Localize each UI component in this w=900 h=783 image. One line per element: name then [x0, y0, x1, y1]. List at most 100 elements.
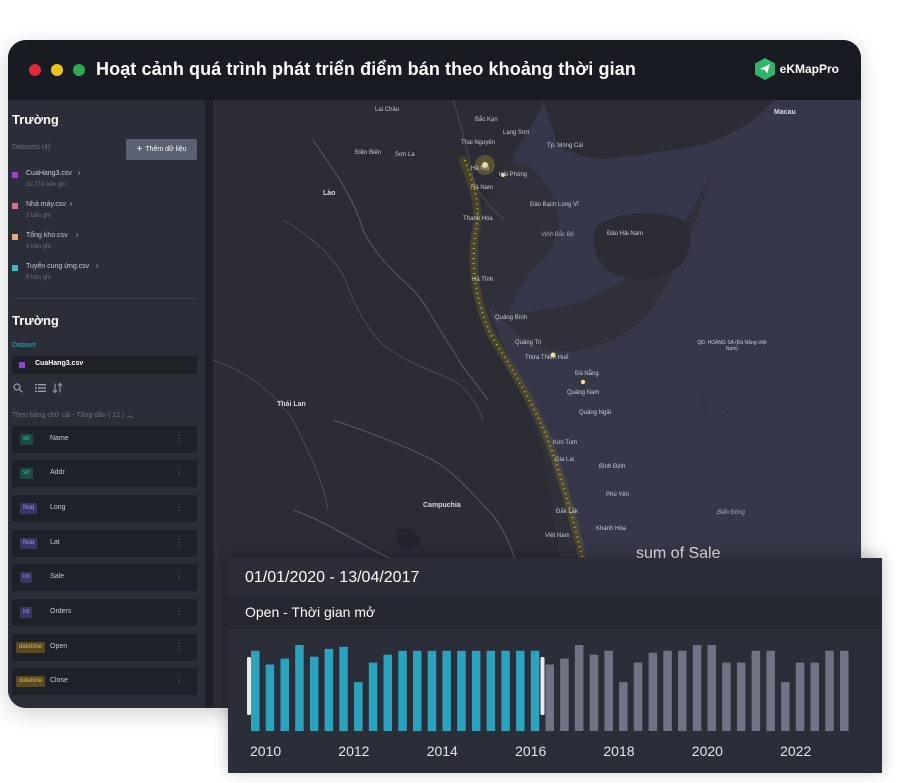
- timeline-bar: [810, 662, 819, 731]
- map-label: Khánh Hòa: [596, 526, 627, 532]
- field-type-badge: float: [20, 538, 38, 549]
- dataset-name: Nhà máy.csv: [26, 201, 66, 208]
- minimize-window-button[interactable]: [51, 64, 63, 76]
- dataset-color-swatch: [12, 203, 18, 209]
- field-type-badge: datetime: [16, 676, 46, 687]
- chevron-right-icon: ›: [76, 232, 79, 239]
- map-label: Bắc Kạn: [475, 117, 498, 123]
- timeline-bar-selected: [324, 648, 334, 731]
- dataset-count: 32,774 bản ghi: [26, 182, 66, 188]
- timeline-panel: 01/01/2020 - 13/04/2017 Open - Thời gian…: [228, 558, 882, 773]
- more-options-icon[interactable]: ⋮: [175, 572, 183, 581]
- timeline-bar-selected: [354, 682, 363, 731]
- map-label: Thái Lan: [277, 401, 306, 408]
- map-label: Đắk Lắk: [556, 509, 579, 515]
- chevron-right-icon: ›: [78, 170, 81, 177]
- timeline-bar: [648, 652, 658, 731]
- dataset-item[interactable]: Nhà máy.csv › 2 bản ghi: [12, 201, 197, 229]
- chevron-right-icon: ›: [96, 263, 99, 270]
- dataset-name: Tổng kho.csv: [26, 232, 68, 239]
- timeline-bar: [619, 682, 628, 731]
- range-start-handle[interactable]: [247, 657, 251, 715]
- dataset-item[interactable]: CuaHang3.csv › 32,774 bản ghi: [12, 170, 197, 198]
- timeline-bar: [781, 682, 790, 731]
- field-row[interactable]: str Name ⋮: [12, 426, 197, 453]
- range-end-handle[interactable]: [540, 657, 545, 715]
- map-label: Vịnh Bắc Bộ: [541, 232, 575, 238]
- field-row[interactable]: float Long ⋮: [12, 495, 197, 522]
- more-options-icon[interactable]: ⋮: [175, 607, 183, 616]
- timeline-bar-selected: [398, 650, 407, 731]
- more-options-icon[interactable]: ⋮: [175, 538, 183, 547]
- brand: eKMapPro: [754, 57, 839, 81]
- add-data-button[interactable]: + Thêm dữ liệu: [126, 139, 197, 160]
- fields-section-title-2: Trường: [12, 313, 59, 328]
- ekmap-logo-icon: [754, 58, 775, 80]
- map-label: Phú Yên: [606, 492, 629, 498]
- map-label: Thừa Thiên Huế: [525, 355, 569, 361]
- timeline-bar-selected: [427, 650, 437, 731]
- field-row[interactable]: float Lat ⋮: [12, 530, 197, 557]
- timeline-bar: [825, 650, 834, 731]
- dataset-item[interactable]: Tuyển cung ứng.csv › 9 bản ghi: [12, 263, 197, 291]
- dataset-count: 9 bản ghi: [26, 275, 51, 281]
- field-row[interactable]: str Addr ⋮: [12, 460, 197, 487]
- map-label: Đà Nẵng: [575, 371, 599, 377]
- map-label: Quảng Trị: [515, 340, 542, 346]
- search-icon[interactable]: [13, 383, 23, 396]
- map-label: Lạng Sơn: [503, 130, 530, 136]
- x-tick-label: 2012: [338, 743, 369, 759]
- map-label: Lào: [323, 190, 336, 197]
- dataset-select[interactable]: CuaHang3.csv: [12, 356, 197, 374]
- dataset-label: Dataset: [12, 342, 37, 349]
- timeline-bar: [604, 650, 613, 731]
- x-tick-label: 2020: [692, 743, 723, 759]
- more-options-icon[interactable]: ⋮: [175, 642, 183, 651]
- maximize-window-button[interactable]: [73, 64, 85, 76]
- more-options-icon[interactable]: ⋮: [175, 468, 183, 477]
- fields-section-title: Trường: [12, 112, 59, 127]
- map-label: QĐ. HOÀNG SA (Đà Nẵng-Việt Nam): [697, 340, 767, 352]
- timeline-field: Open - Thời gian mở: [245, 604, 376, 620]
- timeline-bar-selected: [309, 656, 319, 731]
- x-tick-label: 2022: [780, 743, 811, 759]
- timeline-bar-selected: [368, 662, 378, 731]
- field-row[interactable]: datetime Close ⋮: [12, 668, 197, 695]
- timeline-bar: [589, 654, 599, 731]
- timeline-histogram[interactable]: 2010 2012 2014 2016 2018 2020 2022: [228, 629, 882, 773]
- map-label: Quảng Ngãi: [579, 410, 612, 416]
- timeline-bar: [795, 662, 805, 731]
- map-label: Thái Nguyên: [461, 140, 496, 146]
- more-options-icon[interactable]: ⋮: [175, 434, 183, 443]
- map-label: Quảng Nam: [567, 390, 600, 396]
- timeline-bar-selected: [295, 645, 304, 731]
- timeline-bar: [692, 645, 702, 731]
- map-label: Macau: [774, 109, 796, 116]
- map-label: Đảo Hải Nam: [607, 231, 644, 237]
- map-label: Việt Nam: [545, 533, 570, 539]
- map-label: Hà Nội: [471, 166, 490, 172]
- field-type-badge: str: [20, 468, 33, 479]
- field-row[interactable]: int Orders ⋮: [12, 599, 197, 626]
- section-divider: [12, 298, 197, 299]
- dataset-item[interactable]: Tổng kho.csv › 9 bản ghi: [12, 232, 197, 260]
- field-type-badge: float: [20, 503, 38, 514]
- add-data-label: Thêm dữ liệu: [145, 146, 187, 153]
- more-options-icon[interactable]: ⋮: [175, 676, 183, 685]
- sort-order-text: Theo bảng chữ cái - Tăng dần ( 12 ): [12, 412, 125, 419]
- list-icon[interactable]: [35, 383, 46, 396]
- close-window-button[interactable]: [29, 64, 41, 76]
- map-label: Gia Lai: [555, 457, 575, 463]
- field-row[interactable]: datetime Open ⋮: [12, 634, 197, 661]
- timeline-bar-selected: [383, 654, 392, 731]
- selected-dataset: CuaHang3.csv: [35, 360, 84, 367]
- field-type-badge: datetime: [16, 642, 46, 653]
- x-tick-label: 2014: [427, 743, 458, 759]
- sort-icon[interactable]: [52, 382, 63, 396]
- sort-order-label[interactable]: Theo bảng chữ cái - Tăng dần ( 12 ) ︿: [12, 410, 133, 420]
- map-label: Hải Phòng: [499, 172, 528, 178]
- sidebar-resize-handle[interactable]: [205, 100, 213, 708]
- timeline-bar-selected: [265, 664, 275, 731]
- field-row[interactable]: int Sale ⋮: [12, 564, 197, 591]
- more-options-icon[interactable]: ⋮: [175, 503, 183, 512]
